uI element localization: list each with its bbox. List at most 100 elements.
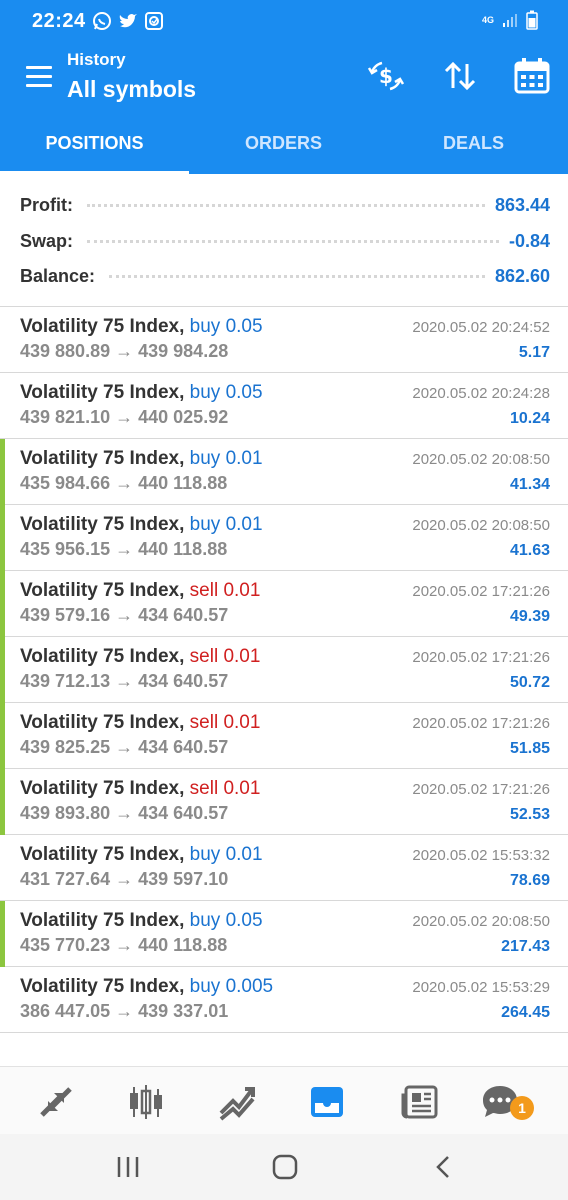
deal-volume: 0.01 <box>225 514 263 535</box>
deal-prices: 435 956.15 → 440 118.88 <box>20 539 227 560</box>
deal-row[interactable]: Volatility 75 Index, sell 0.01 439 579.16… <box>0 571 568 637</box>
deal-prices: 386 447.05 → 439 337.01 <box>20 1001 228 1022</box>
deal-prices: 435 984.66 → 440 118.88 <box>20 473 227 494</box>
battery-icon <box>526 10 538 30</box>
deal-profit: 217.43 <box>501 938 550 955</box>
deal-volume: 0.01 <box>225 448 263 469</box>
deal-time: 2020.05.02 20:08:50 <box>412 517 550 534</box>
home-icon[interactable] <box>271 1154 299 1180</box>
deal-row[interactable]: Volatility 75 Index, buy 0.01 435 984.66 … <box>0 439 568 505</box>
deal-profit: 264.45 <box>501 1004 550 1021</box>
candlestick-chart-icon[interactable] <box>126 1083 166 1121</box>
page-title[interactable]: All symbols <box>67 76 196 103</box>
deal-type: sell 0.01 <box>190 646 261 667</box>
row-marker <box>0 505 5 571</box>
deal-symbol: Volatility 75 Index, <box>20 976 185 997</box>
deal-time: 2020.05.02 17:21:26 <box>412 649 550 666</box>
deal-symbol-line: Volatility 75 Index, buy 0.05 <box>20 382 263 404</box>
dotted-leader <box>87 239 499 243</box>
deal-close-price: 439 597.10 <box>138 869 229 889</box>
deal-row[interactable]: Volatility 75 Index, sell 0.01 439 712.13… <box>0 637 568 703</box>
recent-apps-icon[interactable] <box>114 1154 142 1180</box>
menu-icon[interactable] <box>26 66 52 88</box>
deal-symbol-line: Volatility 75 Index, buy 0.01 <box>20 448 263 470</box>
row-marker <box>0 769 5 835</box>
deal-symbol: Volatility 75 Index, <box>20 910 185 931</box>
deal-symbol-line: Volatility 75 Index, buy 0.005 <box>20 976 273 998</box>
status-right: 4G <box>482 10 538 30</box>
news-icon[interactable] <box>400 1083 440 1121</box>
deal-profit: 50.72 <box>509 674 550 691</box>
deal-prices: 439 880.89 → 439 984.28 <box>20 341 228 362</box>
deal-type: buy 0.05 <box>190 382 263 403</box>
deal-open-price: 431 727.64 <box>20 869 111 889</box>
deal-type: buy 0.005 <box>190 976 273 997</box>
back-icon[interactable] <box>430 1154 458 1180</box>
deal-volume: 0.01 <box>223 580 261 601</box>
arrow-right-icon: → <box>115 869 134 889</box>
arrow-right-icon: → <box>115 1001 134 1021</box>
deal-row[interactable]: Volatility 75 Index, buy 0.05 439 821.10 … <box>0 373 568 439</box>
deal-type-label: sell <box>189 646 219 667</box>
arrow-right-icon: → <box>115 671 134 691</box>
deal-row[interactable]: Volatility 75 Index, buy 0.05 439 880.89 … <box>0 307 568 373</box>
deal-type: buy 0.05 <box>190 910 263 931</box>
deal-open-price: 435 770.23 <box>20 935 111 955</box>
arrow-right-icon: → <box>115 539 134 559</box>
network-type: 4G <box>481 14 494 25</box>
deal-open-price: 435 984.66 <box>20 473 111 493</box>
deal-row[interactable]: Volatility 75 Index, buy 0.05 435 770.23 … <box>0 901 568 967</box>
deal-row[interactable]: Volatility 75 Index, buy 0.01 435 956.15 … <box>0 505 568 571</box>
row-marker <box>0 439 5 505</box>
profit-row: Profit: 863.44 <box>20 190 550 220</box>
whatsapp-icon <box>93 12 111 30</box>
profit-label: Profit: <box>20 194 73 215</box>
tab-orders[interactable]: ORDERS <box>189 118 378 174</box>
deal-row[interactable]: Volatility 75 Index, sell 0.01 439 893.80… <box>0 769 568 835</box>
currency-exchange-icon[interactable]: $ <box>366 56 406 96</box>
deal-type-label: buy <box>189 382 221 403</box>
quotes-icon[interactable] <box>36 1083 76 1121</box>
deal-open-price: 386 447.05 <box>20 1001 111 1021</box>
deal-time: 2020.05.02 17:21:26 <box>412 781 550 798</box>
status-time: 22:24 <box>32 10 86 32</box>
deal-symbol: Volatility 75 Index, <box>20 712 185 733</box>
deal-type: sell 0.01 <box>190 712 261 733</box>
arrow-right-icon: → <box>115 803 134 823</box>
deal-type-label: buy <box>189 514 221 535</box>
arrow-right-icon: → <box>115 605 134 625</box>
trade-icon[interactable] <box>217 1083 257 1121</box>
balance-label: Balance: <box>20 265 96 286</box>
app-bar: History All symbols $ <box>0 42 568 118</box>
app-notification-icon <box>145 12 163 30</box>
deal-row[interactable]: Volatility 75 Index, sell 0.01 439 825.25… <box>0 703 568 769</box>
profit-value: 863.44 <box>494 194 550 215</box>
dotted-leader <box>87 203 485 207</box>
deal-symbol: Volatility 75 Index, <box>20 646 185 667</box>
deal-volume: 0.05 <box>225 382 263 403</box>
tab-positions[interactable]: POSITIONS <box>0 118 189 174</box>
deal-symbol: Volatility 75 Index, <box>20 382 185 403</box>
deal-volume: 0.05 <box>225 316 263 337</box>
system-navigation <box>0 1134 568 1200</box>
swap-value: -0.84 <box>508 230 550 251</box>
deal-prices: 439 712.13 → 434 640.57 <box>20 671 228 692</box>
tab-deals[interactable]: DEALS <box>379 118 568 174</box>
notification-icons <box>92 11 164 31</box>
deal-prices: 439 825.25 → 434 640.57 <box>20 737 228 758</box>
deal-row[interactable]: Volatility 75 Index, buy 0.01 431 727.64 … <box>0 835 568 901</box>
deal-row[interactable]: Volatility 75 Index, buy 0.005 386 447.05… <box>0 967 568 1033</box>
calendar-icon[interactable] <box>512 56 552 96</box>
deal-type: sell 0.01 <box>190 580 261 601</box>
signal-icon <box>503 14 517 27</box>
swap-label: Swap: <box>20 230 74 251</box>
swap-row: Swap: -0.84 <box>20 226 550 256</box>
history-inbox-icon[interactable] <box>307 1083 347 1121</box>
sort-icon[interactable] <box>440 56 480 96</box>
deal-prices: 439 821.10 → 440 025.92 <box>20 407 228 428</box>
deal-prices: 435 770.23 → 440 118.88 <box>20 935 227 956</box>
deal-time: 2020.05.02 15:53:29 <box>412 979 550 996</box>
row-marker <box>0 901 5 967</box>
deal-type-label: sell <box>189 712 219 733</box>
arrow-right-icon: → <box>115 935 134 955</box>
